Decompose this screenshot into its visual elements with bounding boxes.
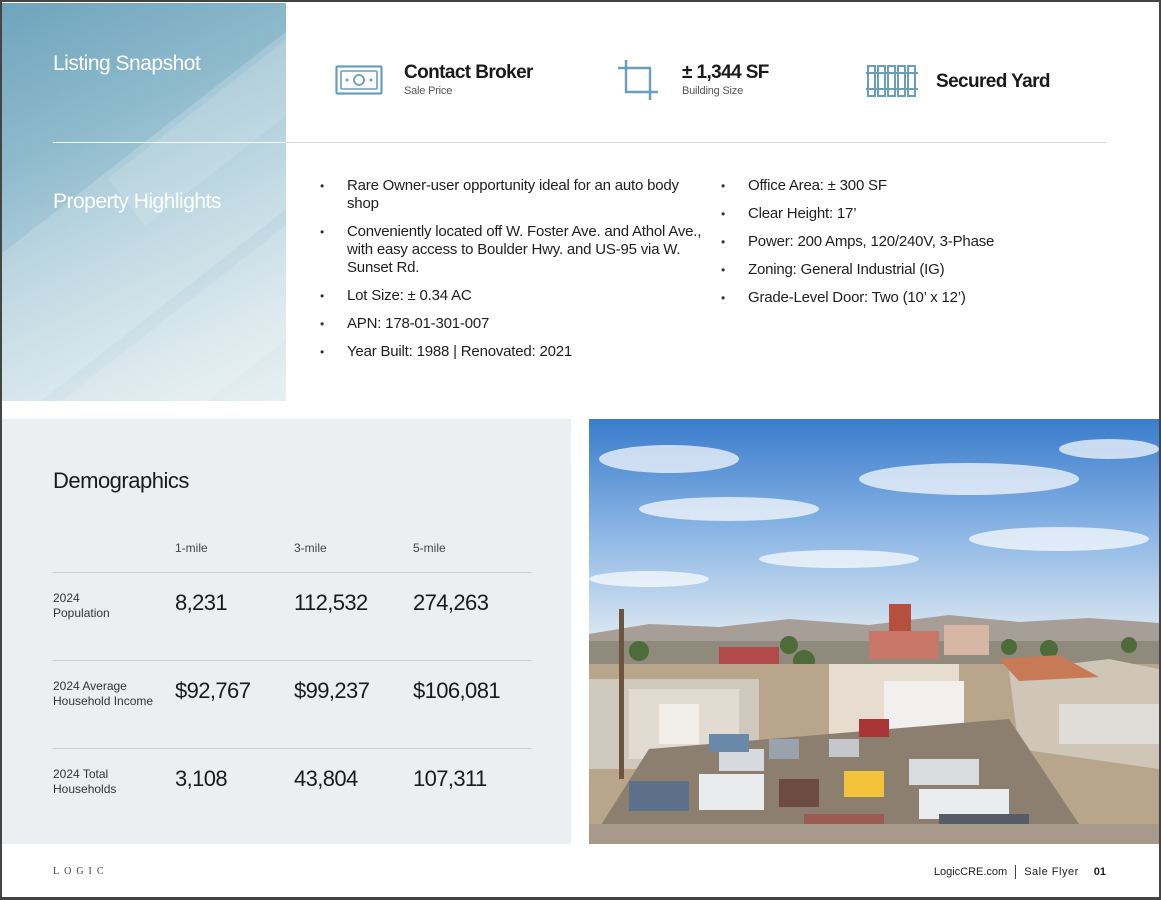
highlight-item: Conveniently located off W. Foster Ave. …	[320, 223, 705, 277]
highlight-item: Grade-Level Door: Two (10’ x 12’)	[721, 289, 1081, 307]
property-highlights-title: Property Highlights	[53, 190, 221, 213]
highlights-list-left: Rare Owner-user opportunity ideal for an…	[320, 177, 705, 371]
highlight-item: Power: 200 Amps, 120/240V, 3-Phase	[721, 233, 1081, 251]
households-1-mile: 3,108	[175, 766, 228, 791]
page-number: 01	[1093, 866, 1106, 878]
row-divider	[53, 660, 531, 661]
building-size-label: Building Size	[682, 85, 743, 97]
demographics-title: Demographics	[53, 468, 189, 493]
footer-doc-type: Sale Flyer	[1024, 866, 1079, 878]
highlight-item: Year Built: 1988 | Renovated: 2021	[320, 343, 705, 361]
secured-yard-value: Secured Yard	[936, 71, 1051, 92]
highlight-item: Office Area: ± 300 SF	[721, 177, 1081, 195]
highlight-item: Lot Size: ± 0.34 AC	[320, 287, 705, 305]
property-photo	[589, 419, 1159, 844]
income-3-mile: $99,237	[294, 678, 370, 703]
footer-website-link[interactable]: LogicCRE.com	[934, 866, 1007, 878]
col-header-1-mile: 1-mile	[175, 541, 208, 555]
sale-price-label: Sale Price	[404, 85, 453, 97]
households-3-mile: 43,804	[294, 766, 358, 791]
households-5-mile: 107,311	[413, 766, 487, 791]
row-divider	[53, 748, 531, 749]
population-3-mile: 112,532	[294, 590, 368, 615]
listing-snapshot-title: Listing Snapshot	[53, 52, 201, 75]
population-1-mile: 8,231	[175, 590, 228, 615]
footer-logo: LOGIC	[53, 866, 109, 877]
highlights-list-right: Office Area: ± 300 SF Clear Height: 17’ …	[721, 177, 1081, 317]
income-5-mile: $106,081	[413, 678, 501, 703]
money-bill-icon	[335, 65, 383, 100]
crop-icon	[616, 58, 660, 107]
row-label-income: 2024 Average Household Income	[53, 679, 154, 708]
highlight-item: Zoning: General Industrial (IG)	[721, 261, 1081, 279]
highlight-item: Rare Owner-user opportunity ideal for an…	[320, 177, 705, 213]
row-label-households: 2024 Total Households	[53, 767, 117, 796]
highlight-item: APN: 178-01-301-007	[320, 315, 705, 333]
building-size-value: ± 1,344 SF	[682, 62, 769, 83]
footer-info: LogicCRE.com Sale Flyer 01	[934, 865, 1106, 879]
col-header-3-mile: 3-mile	[294, 541, 327, 555]
section-divider-panel	[53, 142, 286, 143]
row-divider	[53, 572, 531, 573]
col-header-5-mile: 5-mile	[413, 541, 446, 555]
income-1-mile: $92,767	[175, 678, 251, 703]
fence-icon	[866, 62, 918, 103]
sale-price-value: Contact Broker	[404, 62, 533, 83]
row-label-population: 2024 Population	[53, 591, 110, 620]
highlight-item: Clear Height: 17’	[721, 205, 1081, 223]
population-5-mile: 274,263	[413, 590, 489, 615]
footer-separator	[1015, 865, 1017, 879]
